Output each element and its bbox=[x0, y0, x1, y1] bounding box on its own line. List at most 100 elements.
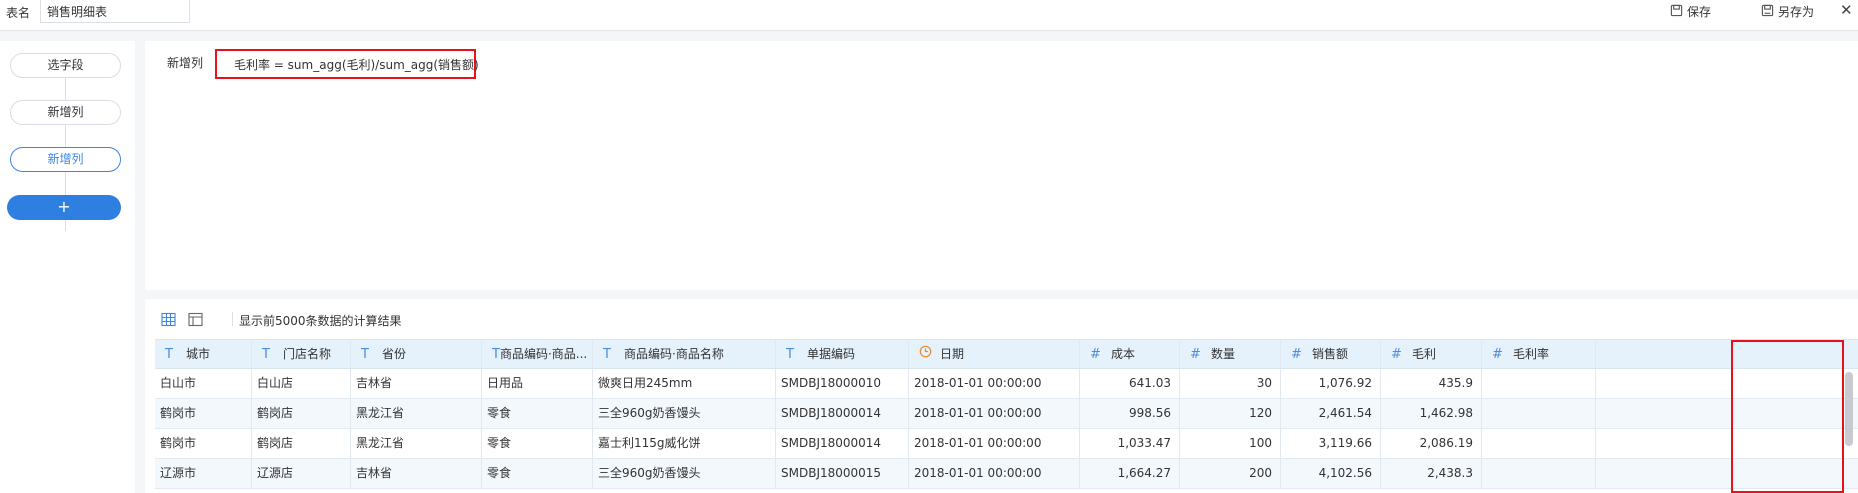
table-cell-gross-margin bbox=[1482, 459, 1596, 488]
column-header-quantity[interactable]: # 数量 bbox=[1180, 340, 1281, 368]
table-cell-city: 鹤岗市 bbox=[155, 399, 252, 428]
table-cell-category: 日用品 bbox=[482, 369, 593, 398]
column-header-cost[interactable]: # 成本 bbox=[1080, 340, 1180, 368]
column-header-label: 商品编码·商品... bbox=[499, 346, 588, 361]
table-header-row: T 城市 T 门店名称 T 省份 T 商品编码·商品... T 商品编码·商品名称 T 单据编码 日期 #… bbox=[155, 339, 1858, 369]
table-row[interactable]: 鹤岗市 鹤岗店 黑龙江省 零食 嘉士利115g威化饼 SMDBJ18000014 2018-… bbox=[155, 429, 1858, 459]
formula-input[interactable]: 毛利率 = sum_agg(毛利)/sum_agg(销售额) bbox=[215, 49, 479, 79]
table-cell-sales: 2,461.54 bbox=[1281, 399, 1381, 428]
table-cell-doc-code: SMDBJ18000014 bbox=[776, 399, 909, 428]
table-cell-cost: 1,664.27 bbox=[1080, 459, 1180, 488]
column-header-label: 城市 bbox=[186, 346, 211, 361]
table-cell-doc-code: SMDBJ18000010 bbox=[776, 369, 909, 398]
number-type-icon: # bbox=[1190, 346, 1201, 362]
text-type-icon: T bbox=[603, 346, 611, 362]
step-select-fields[interactable]: 选字段 bbox=[10, 53, 121, 78]
column-header-category[interactable]: T 商品编码·商品... bbox=[482, 340, 593, 368]
column-header-doc-code[interactable]: T 单据编码 bbox=[776, 340, 909, 368]
table-cell-gross-margin bbox=[1482, 399, 1596, 428]
table-cell-store: 鹤岗店 bbox=[252, 429, 351, 458]
table-cell-quantity: 120 bbox=[1180, 399, 1281, 428]
table-cell-store: 鹤岗店 bbox=[252, 399, 351, 428]
column-header-label: 毛利 bbox=[1412, 346, 1437, 361]
table-cell-store: 白山店 bbox=[252, 369, 351, 398]
table-cell-province: 吉林省 bbox=[351, 459, 482, 488]
layout-view-icon[interactable] bbox=[188, 312, 203, 327]
table-row[interactable]: 白山市 白山店 吉林省 日用品 微爽日用245mm SMDBJ18000010 2018-0… bbox=[155, 369, 1858, 399]
number-type-icon: # bbox=[1291, 346, 1302, 362]
table-cell-city: 辽源市 bbox=[155, 459, 252, 488]
table-cell-cost: 998.56 bbox=[1080, 399, 1180, 428]
column-header-label: 销售额 bbox=[1312, 346, 1349, 361]
table-cell-province: 黑龙江省 bbox=[351, 429, 482, 458]
table-cell-province: 黑龙江省 bbox=[351, 399, 482, 428]
table-cell-gross-profit: 1,462.98 bbox=[1381, 399, 1482, 428]
table-cell-store: 辽源店 bbox=[252, 459, 351, 488]
text-type-icon: T bbox=[262, 346, 270, 362]
table-cell-doc-code: SMDBJ18000015 bbox=[776, 459, 909, 488]
table-cell-sales: 1,076.92 bbox=[1281, 369, 1381, 398]
step-new-column-1[interactable]: 新增列 bbox=[10, 100, 121, 125]
table-cell-product: 三全960g奶香馒头 bbox=[593, 459, 776, 488]
results-note: 显示前5000条数据的计算结果 bbox=[239, 314, 402, 328]
column-header-sales[interactable]: # 销售额 bbox=[1281, 340, 1381, 368]
table-cell-date: 2018-01-01 00:00:00 bbox=[909, 399, 1080, 428]
table-cell-quantity: 100 bbox=[1180, 429, 1281, 458]
column-header-gross-margin[interactable]: # 毛利率 bbox=[1482, 340, 1596, 368]
table-cell-gross-profit: 2,438.3 bbox=[1381, 459, 1482, 488]
results-toolbar: 显示前5000条数据的计算结果 bbox=[145, 299, 1858, 339]
step-flow-panel: 选字段 新增列 新增列 + bbox=[0, 41, 135, 493]
number-type-icon: # bbox=[1090, 346, 1101, 362]
editor-label: 新增列 bbox=[167, 56, 204, 70]
column-header-gross-profit[interactable]: # 毛利 bbox=[1381, 340, 1482, 368]
save-as-button[interactable]: 另存为 bbox=[1761, 3, 1814, 20]
table-cell-sales: 4,102.56 bbox=[1281, 459, 1381, 488]
table-cell-gross-margin bbox=[1482, 369, 1596, 398]
table-cell-gross-profit: 2,086.19 bbox=[1381, 429, 1482, 458]
table-cell-doc-code: SMDBJ18000014 bbox=[776, 429, 909, 458]
column-header-city[interactable]: T 城市 bbox=[155, 340, 252, 368]
save-as-label: 另存为 bbox=[1778, 5, 1815, 19]
number-type-icon: # bbox=[1391, 346, 1402, 362]
table-row[interactable]: 鹤岗市 鹤岗店 黑龙江省 零食 三全960g奶香馒头 SMDBJ18000014 2018-… bbox=[155, 399, 1858, 429]
clock-icon bbox=[914, 340, 940, 368]
table-cell-date: 2018-01-01 00:00:00 bbox=[909, 369, 1080, 398]
table-cell-category: 零食 bbox=[482, 399, 593, 428]
column-header-label: 日期 bbox=[940, 346, 965, 361]
table-cell-product: 嘉士利115g威化饼 bbox=[593, 429, 776, 458]
table-cell-quantity: 30 bbox=[1180, 369, 1281, 398]
column-header-province[interactable]: T 省份 bbox=[351, 340, 482, 368]
column-header-label: 商品编码·商品名称 bbox=[624, 346, 724, 361]
save-label: 保存 bbox=[1687, 5, 1712, 19]
table-cell-sales: 3,119.66 bbox=[1281, 429, 1381, 458]
grid-view-icon[interactable] bbox=[161, 312, 176, 327]
column-header-product[interactable]: T 商品编码·商品名称 bbox=[593, 340, 776, 368]
column-header-label: 门店名称 bbox=[283, 346, 332, 361]
column-header-store[interactable]: T 门店名称 bbox=[252, 340, 351, 368]
table-cell-gross-profit: 435.9 bbox=[1381, 369, 1482, 398]
table-cell-cost: 641.03 bbox=[1080, 369, 1180, 398]
table-name-label: 表名 bbox=[6, 6, 31, 20]
text-type-icon: T bbox=[361, 346, 369, 362]
add-step-button[interactable]: + bbox=[7, 195, 121, 220]
vertical-scrollbar[interactable] bbox=[1845, 372, 1853, 446]
table-cell-quantity: 200 bbox=[1180, 459, 1281, 488]
number-type-icon: # bbox=[1492, 346, 1503, 362]
text-type-icon: T bbox=[165, 346, 173, 362]
save-button[interactable]: 保存 bbox=[1670, 3, 1711, 20]
text-type-icon: T bbox=[492, 346, 500, 362]
step-new-column-2[interactable]: 新增列 bbox=[10, 147, 121, 172]
table-cell-gross-margin bbox=[1482, 429, 1596, 458]
table-cell-cost: 1,033.47 bbox=[1080, 429, 1180, 458]
close-icon[interactable]: ✕ bbox=[1840, 1, 1853, 19]
column-header-date[interactable]: 日期 bbox=[909, 340, 1080, 368]
column-header-label: 毛利率 bbox=[1513, 346, 1550, 361]
column-header-label: 省份 bbox=[382, 346, 407, 361]
results-panel: 显示前5000条数据的计算结果 T 城市 T 门店名称 T 省份 T 商品编码·商品... T 商… bbox=[145, 299, 1858, 493]
table-row[interactable]: 辽源市 辽源店 吉林省 零食 三全960g奶香馒头 SMDBJ18000015 2018-0… bbox=[155, 459, 1858, 489]
results-table: T 城市 T 门店名称 T 省份 T 商品编码·商品... T 商品编码·商品名称 T 单据编码 日期 #… bbox=[155, 339, 1858, 489]
column-header-label: 数量 bbox=[1211, 346, 1236, 361]
table-cell-date: 2018-01-01 00:00:00 bbox=[909, 429, 1080, 458]
table-cell-product: 微爽日用245mm bbox=[593, 369, 776, 398]
table-name-input[interactable]: 销售明细表 bbox=[40, 0, 190, 23]
